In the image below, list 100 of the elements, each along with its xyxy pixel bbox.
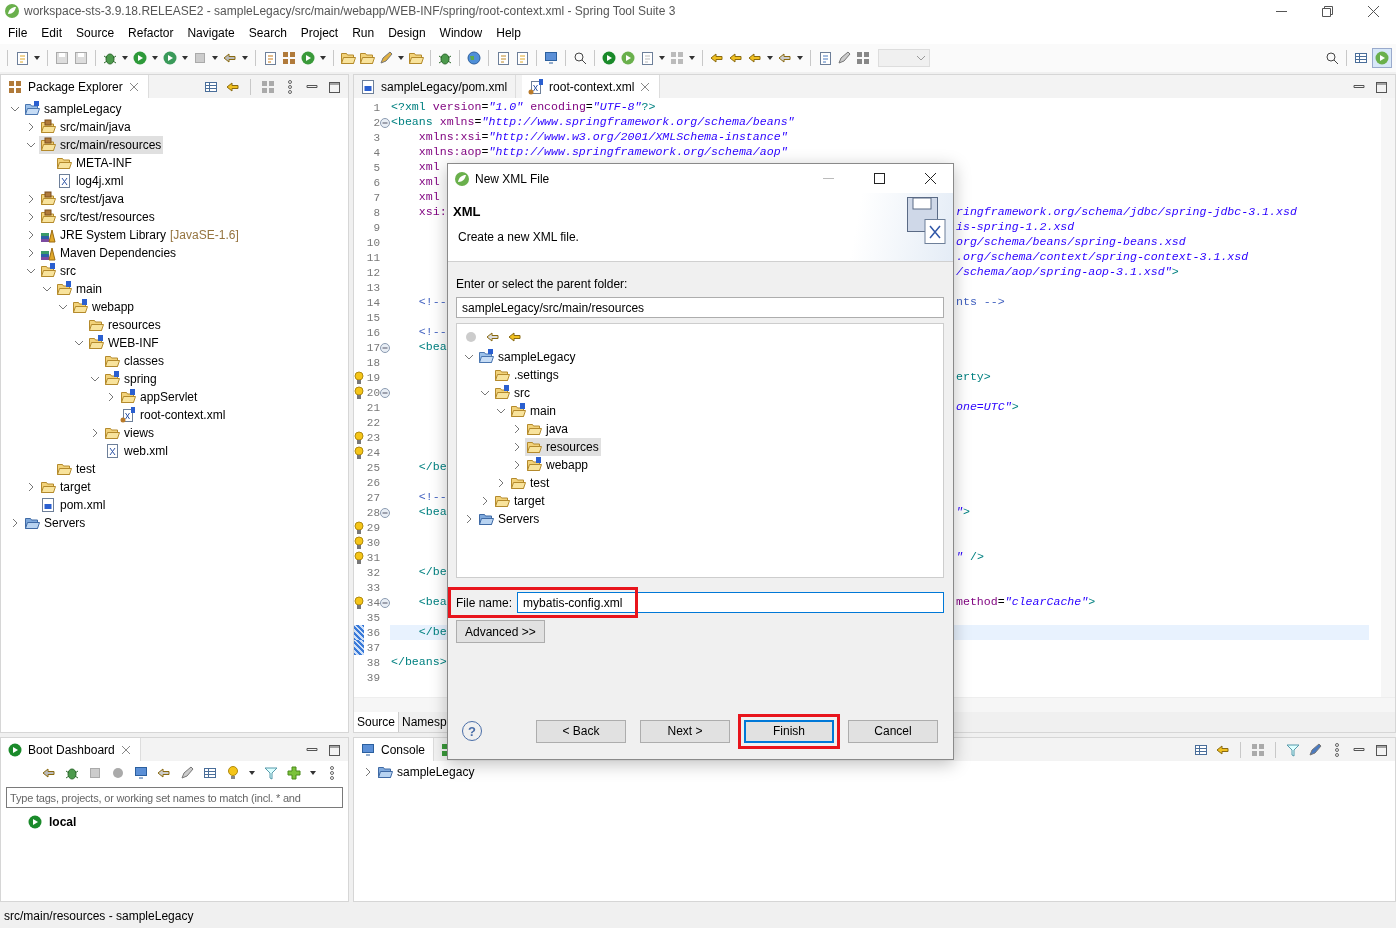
arrow-icon[interactable] <box>222 50 238 66</box>
tree-item[interactable]: Servers <box>477 510 542 528</box>
debug-icon[interactable] <box>64 765 80 781</box>
view-tab[interactable]: Package Explorer <box>1 75 149 98</box>
caret-icon[interactable] <box>688 54 696 62</box>
advanced-button[interactable]: Advanced >> <box>456 620 545 643</box>
dialog-button[interactable]: Next > <box>640 719 730 743</box>
bug-icon[interactable] <box>437 50 453 66</box>
tree-item[interactable]: sampleLegacy <box>23 100 124 118</box>
tree-item[interactable]: spring <box>103 370 159 388</box>
menu-item[interactable]: Window <box>432 26 490 40</box>
document-icon[interactable] <box>495 50 511 66</box>
tree-item[interactable]: src <box>493 384 532 402</box>
caret-icon[interactable] <box>33 54 41 62</box>
tree-item[interactable]: webapp <box>71 298 137 316</box>
folder-icon[interactable] <box>359 50 375 66</box>
pen-icon[interactable] <box>378 50 394 66</box>
tree-item[interactable]: main <box>55 280 104 298</box>
monitor-icon[interactable] <box>133 765 149 781</box>
tree-item[interactable]: webapp <box>525 456 591 474</box>
caret-icon[interactable] <box>766 54 774 62</box>
tree-item[interactable]: target <box>39 478 93 496</box>
stop-icon[interactable] <box>87 765 103 781</box>
folder-field[interactable]: sampleLegacy/src/main/resources <box>456 297 944 318</box>
lightbulb-icon[interactable] <box>354 385 364 400</box>
tree-item[interactable]: src <box>39 262 78 280</box>
arrow-icon[interactable] <box>728 50 744 66</box>
editor-page-tab[interactable]: Source <box>354 712 400 732</box>
tree-item[interactable]: target <box>493 492 547 510</box>
search-icon[interactable] <box>1324 50 1340 66</box>
menu-item[interactable]: Source <box>69 26 122 40</box>
close-icon[interactable] <box>924 173 936 184</box>
tree-item[interactable]: main <box>509 402 558 420</box>
monitor-icon[interactable] <box>543 50 559 66</box>
new-file-icon[interactable] <box>14 50 30 66</box>
caret-icon[interactable] <box>241 54 249 62</box>
menu-item[interactable]: Design <box>381 26 433 40</box>
filter-field[interactable]: Type tags, projects, or working set names to match (incl. * and <box>6 787 343 808</box>
caret-icon[interactable] <box>211 54 219 62</box>
tree-item[interactable]: views <box>103 424 156 442</box>
table-icon[interactable] <box>202 765 218 781</box>
dialog-button[interactable]: < Back <box>536 719 626 743</box>
document-icon[interactable] <box>514 50 530 66</box>
tree-item[interactable]: src/test/resources <box>39 208 157 226</box>
tree-item[interactable]: Maven Dependencies <box>39 244 179 262</box>
bug-icon[interactable] <box>102 50 118 66</box>
globe-icon[interactable] <box>466 50 482 66</box>
menu-item[interactable]: Search <box>241 26 294 40</box>
fold-icon[interactable] <box>380 342 390 353</box>
caret-icon[interactable] <box>319 54 327 62</box>
tree-item[interactable]: root-context.xml <box>119 406 228 424</box>
tree-item[interactable]: resources <box>525 438 601 456</box>
lightbulb-icon[interactable] <box>225 765 241 781</box>
menu-item[interactable]: Run <box>345 26 382 40</box>
circle-icon[interactable] <box>110 765 126 781</box>
tree-item[interactable]: pom.xml <box>39 496 108 514</box>
menu-item[interactable]: File <box>1 26 35 40</box>
lightbulb-icon[interactable] <box>354 595 364 610</box>
grid-icon[interactable] <box>855 50 871 66</box>
menu-item[interactable]: Help <box>489 26 528 40</box>
lightbulb-icon[interactable] <box>354 370 364 385</box>
add-icon[interactable] <box>286 765 302 781</box>
menu-item[interactable]: Navigate <box>180 26 242 40</box>
fold-icon[interactable] <box>380 507 390 518</box>
search-icon[interactable] <box>572 50 588 66</box>
tree-item[interactable]: src/main/resources <box>39 136 164 154</box>
tree-item[interactable]: src/main/java <box>39 118 133 136</box>
package-icon[interactable] <box>7 78 23 95</box>
tree-item[interactable]: sampleLegacy <box>376 763 477 781</box>
arrow-icon[interactable] <box>777 50 793 66</box>
tree-item[interactable]: Servers <box>23 514 88 532</box>
run-icon[interactable] <box>132 50 148 66</box>
document-icon[interactable] <box>639 50 655 66</box>
editor-tab[interactable]: root-context.xml <box>522 75 661 98</box>
document-icon[interactable] <box>817 50 833 66</box>
caret-icon[interactable] <box>309 769 317 777</box>
scrollbar[interactable] <box>1381 98 1395 697</box>
dialog-button[interactable]: Cancel <box>848 719 938 743</box>
file-name-field[interactable]: mybatis-config.xml <box>517 592 944 613</box>
caret-icon[interactable] <box>248 769 256 777</box>
package-icon[interactable] <box>281 50 297 66</box>
tree-item[interactable]: java <box>525 420 570 438</box>
menu-item[interactable]: Project <box>293 26 346 40</box>
view-tab[interactable]: Console <box>354 738 435 761</box>
tree-item[interactable]: classes <box>103 352 166 370</box>
perspective-icon[interactable] <box>1353 50 1369 66</box>
caret-icon[interactable] <box>796 54 804 62</box>
tree-item[interactable]: .settings <box>493 366 561 384</box>
lightbulb-icon[interactable] <box>354 520 364 535</box>
caret-icon[interactable] <box>151 54 159 62</box>
save-all-icon[interactable] <box>73 50 89 66</box>
fold-icon[interactable] <box>380 597 390 608</box>
back-icon[interactable] <box>485 329 501 345</box>
tree-item[interactable]: META-INF <box>55 154 134 172</box>
editor-tab[interactable]: sampleLegacy/pom.xml <box>354 75 517 98</box>
caret-icon[interactable] <box>181 54 189 62</box>
caret-icon[interactable] <box>658 54 666 62</box>
monitor-icon[interactable] <box>360 741 376 758</box>
tree-item[interactable]: resources <box>87 316 163 334</box>
view-tab[interactable]: Boot Dashboard <box>1 738 141 761</box>
